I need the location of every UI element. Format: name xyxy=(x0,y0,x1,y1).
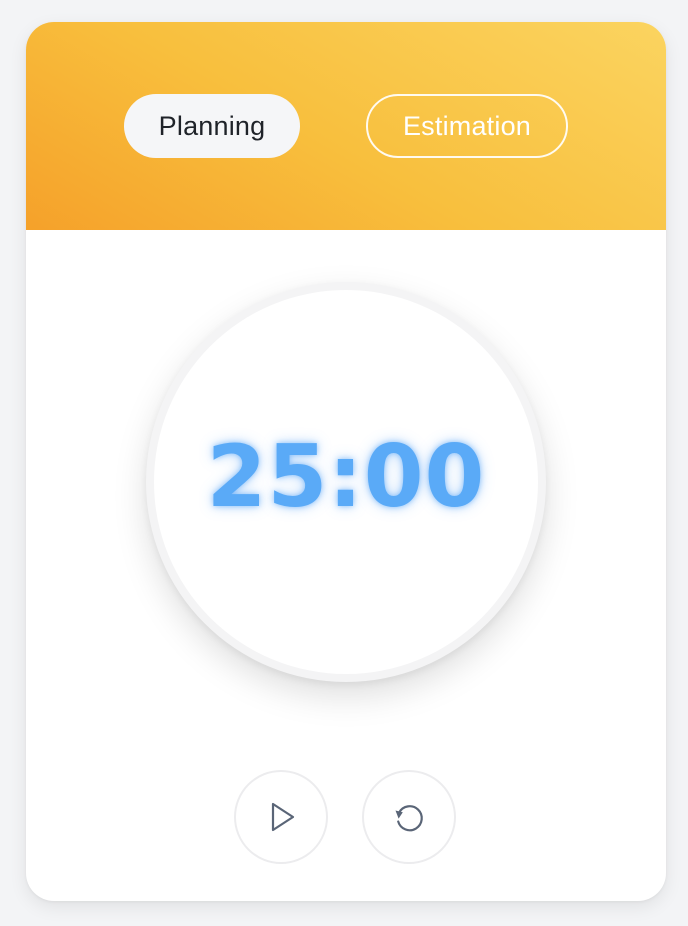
timer-dial-face: 25:00 xyxy=(154,290,538,674)
reset-icon xyxy=(391,799,427,835)
play-button[interactable] xyxy=(234,770,328,864)
tab-planning-label: Planning xyxy=(158,110,266,141)
play-icon xyxy=(264,800,298,834)
mode-header: Planning Estimation xyxy=(26,22,666,230)
timer-display: 25:00 xyxy=(206,427,486,527)
reset-button[interactable] xyxy=(362,770,456,864)
tab-planning[interactable]: Planning xyxy=(124,94,300,158)
timer-card: Planning Estimation 25:00 xyxy=(26,22,666,901)
tab-estimation-label: Estimation xyxy=(402,110,532,141)
tab-estimation[interactable]: Estimation xyxy=(366,94,568,158)
timer-dial: 25:00 xyxy=(146,282,546,682)
